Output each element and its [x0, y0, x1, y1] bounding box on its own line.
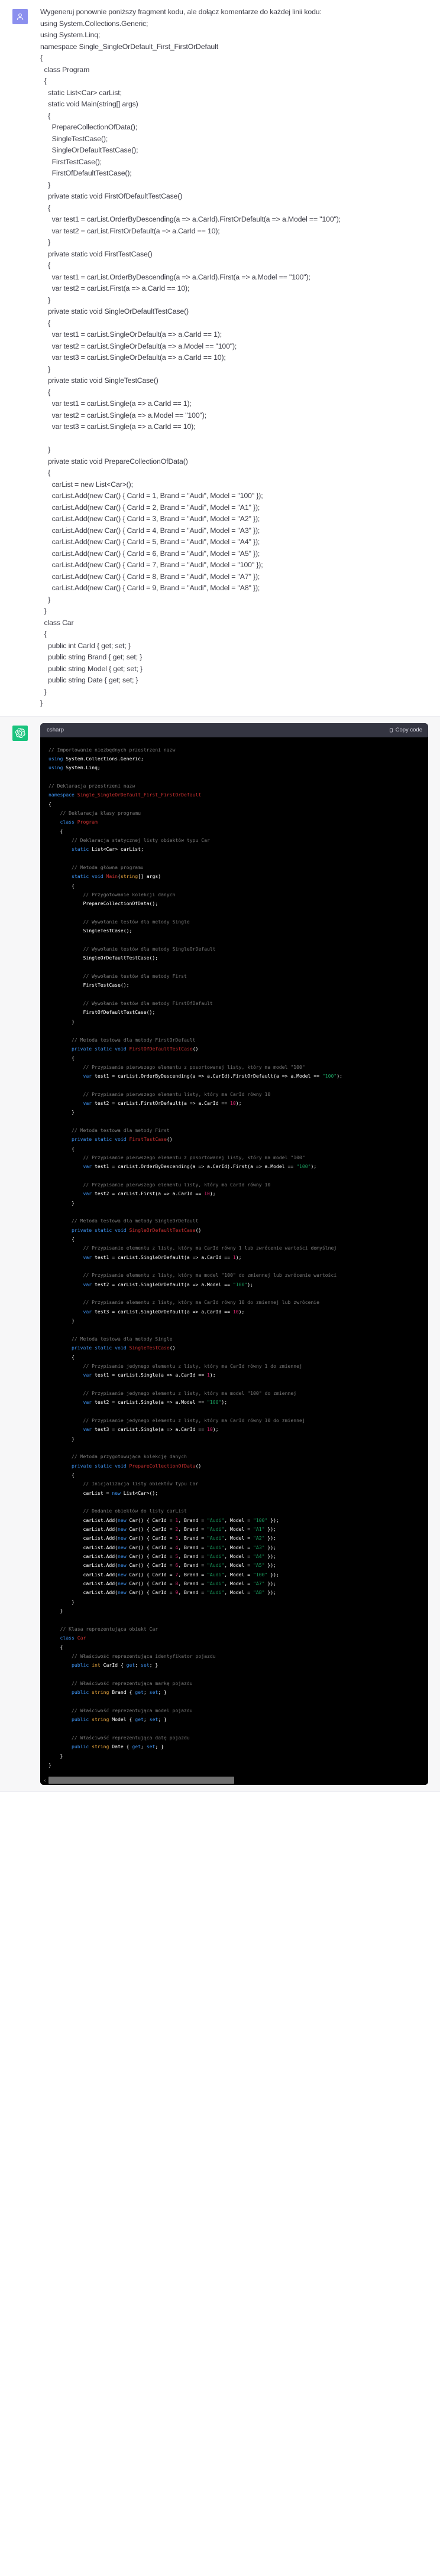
code-block: csharp Copy code // Importowanie niezbęd…: [40, 723, 428, 1785]
user-avatar-icon: [17, 13, 24, 20]
scrollbar-track[interactable]: [48, 1777, 427, 1784]
thread-bottom-spacer: [0, 1792, 440, 1807]
chevron-left-icon[interactable]: ‹: [41, 1777, 48, 1784]
openai-logo-icon: [15, 728, 25, 738]
user-avatar-column: [0, 6, 40, 710]
user-message-text: Wygeneruj ponownie poniższy fragment kod…: [40, 8, 341, 707]
chat-thread: Wygeneruj ponownie poniższy fragment kod…: [0, 0, 440, 1807]
copy-code-button[interactable]: Copy code: [389, 726, 422, 734]
code-block-header: csharp Copy code: [40, 723, 428, 737]
code-language-label: csharp: [47, 726, 64, 733]
user-message-content: Wygeneruj ponownie poniższy fragment kod…: [40, 6, 440, 710]
avatar: [12, 725, 28, 741]
assistant-avatar-column: [0, 723, 40, 1785]
code-block-body: // Importowanie niezbędnych przestrzeni …: [40, 737, 428, 1776]
scrollbar-thumb[interactable]: [48, 1777, 234, 1784]
clipboard-icon: [389, 727, 393, 733]
code-content[interactable]: // Importowanie niezbędnych przestrzeni …: [40, 743, 428, 1776]
assistant-message: csharp Copy code // Importowanie niezbęd…: [0, 715, 440, 1793]
assistant-message-content: csharp Copy code // Importowanie niezbęd…: [40, 723, 440, 1785]
code-horizontal-scrollbar[interactable]: ‹: [40, 1775, 428, 1785]
copy-code-label: Copy code: [395, 726, 422, 733]
user-message: Wygeneruj ponownie poniższy fragment kod…: [0, 0, 440, 716]
avatar: [12, 9, 28, 24]
